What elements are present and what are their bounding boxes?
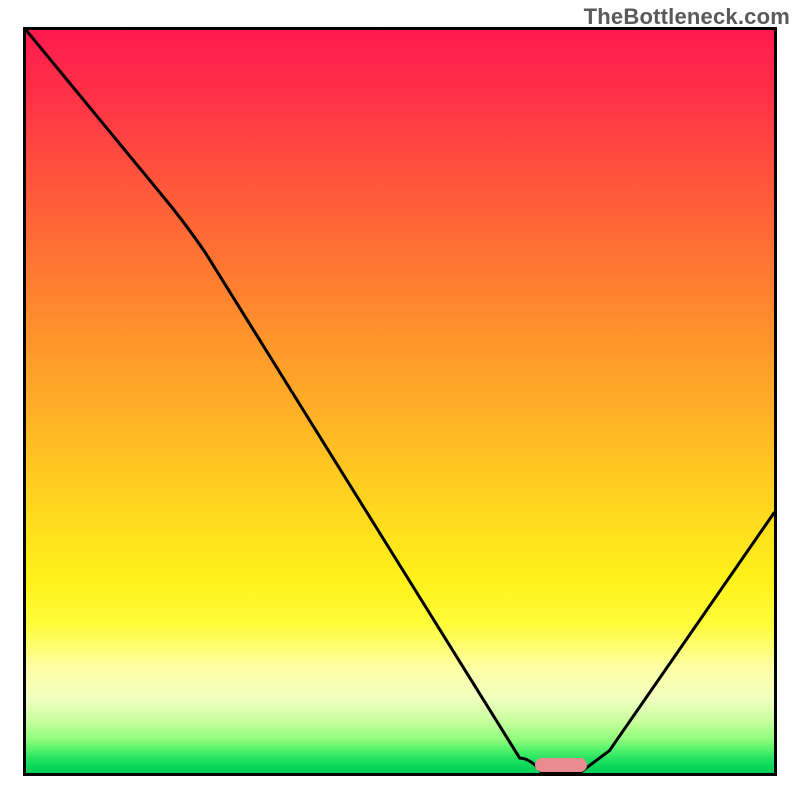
- chart-area: [23, 27, 777, 776]
- optimal-range-marker: [535, 758, 587, 772]
- chart-line-svg: [26, 30, 774, 773]
- bottleneck-curve-path: [26, 30, 774, 773]
